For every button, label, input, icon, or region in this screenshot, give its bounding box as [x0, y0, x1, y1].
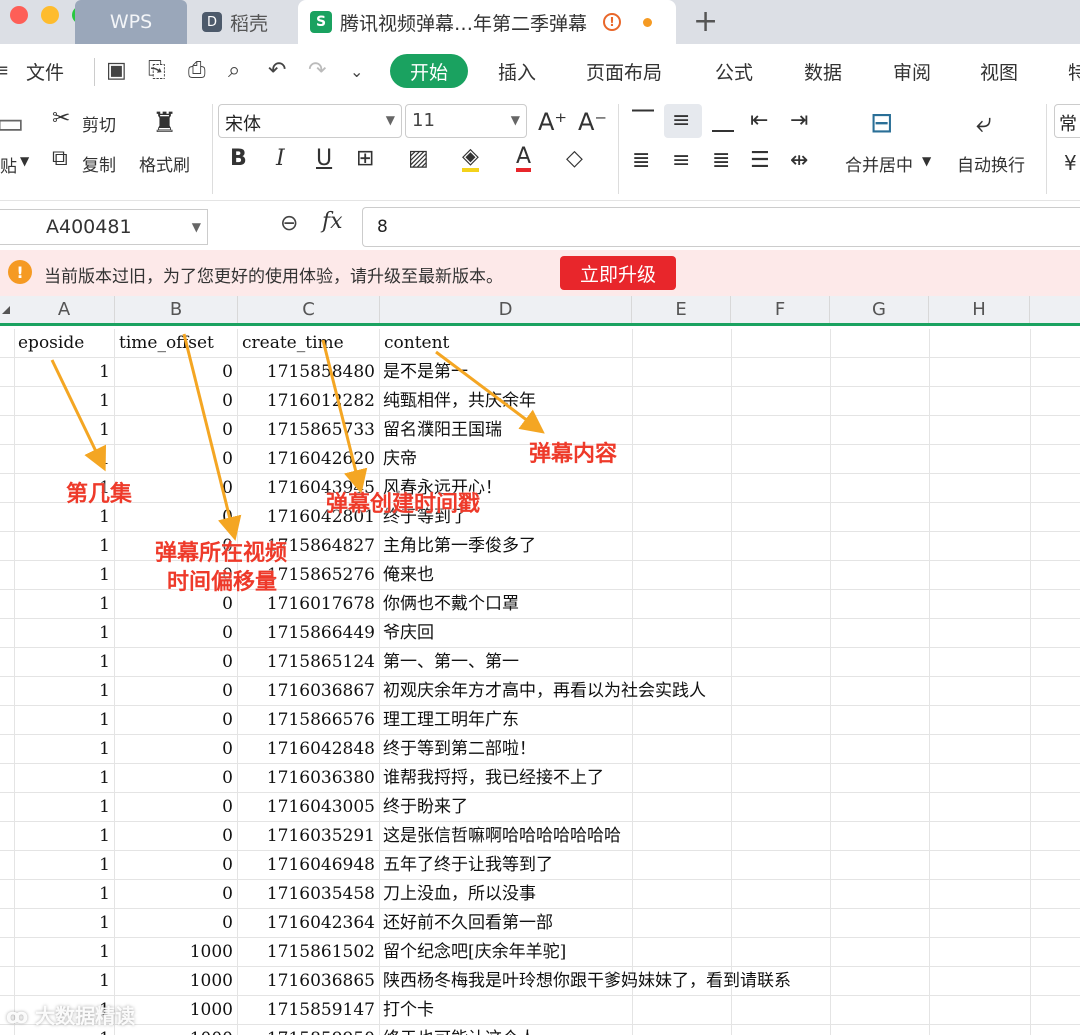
create-time-arrow — [321, 339, 368, 494]
offset-arrow — [182, 333, 242, 541]
episode-arrow — [50, 359, 107, 472]
content-arrow — [435, 350, 545, 434]
annotation-content: 弹幕内容 — [529, 442, 618, 467]
watermark-text: 大数据精读 — [35, 1004, 136, 1028]
annotation-create-time: 弹幕创建时间戳 — [326, 492, 481, 517]
annotation-arrows — [50, 333, 545, 541]
annotation-episode: 第几集 — [66, 482, 133, 507]
annotation-offset-line1: 弹幕所在视频 — [155, 541, 288, 566]
annotation-offset-line2: 时间偏移量 — [167, 570, 278, 595]
watermark: ꝏ 大数据精读 — [6, 1000, 135, 1029]
watermark-logo-icon: ꝏ — [6, 1004, 36, 1028]
